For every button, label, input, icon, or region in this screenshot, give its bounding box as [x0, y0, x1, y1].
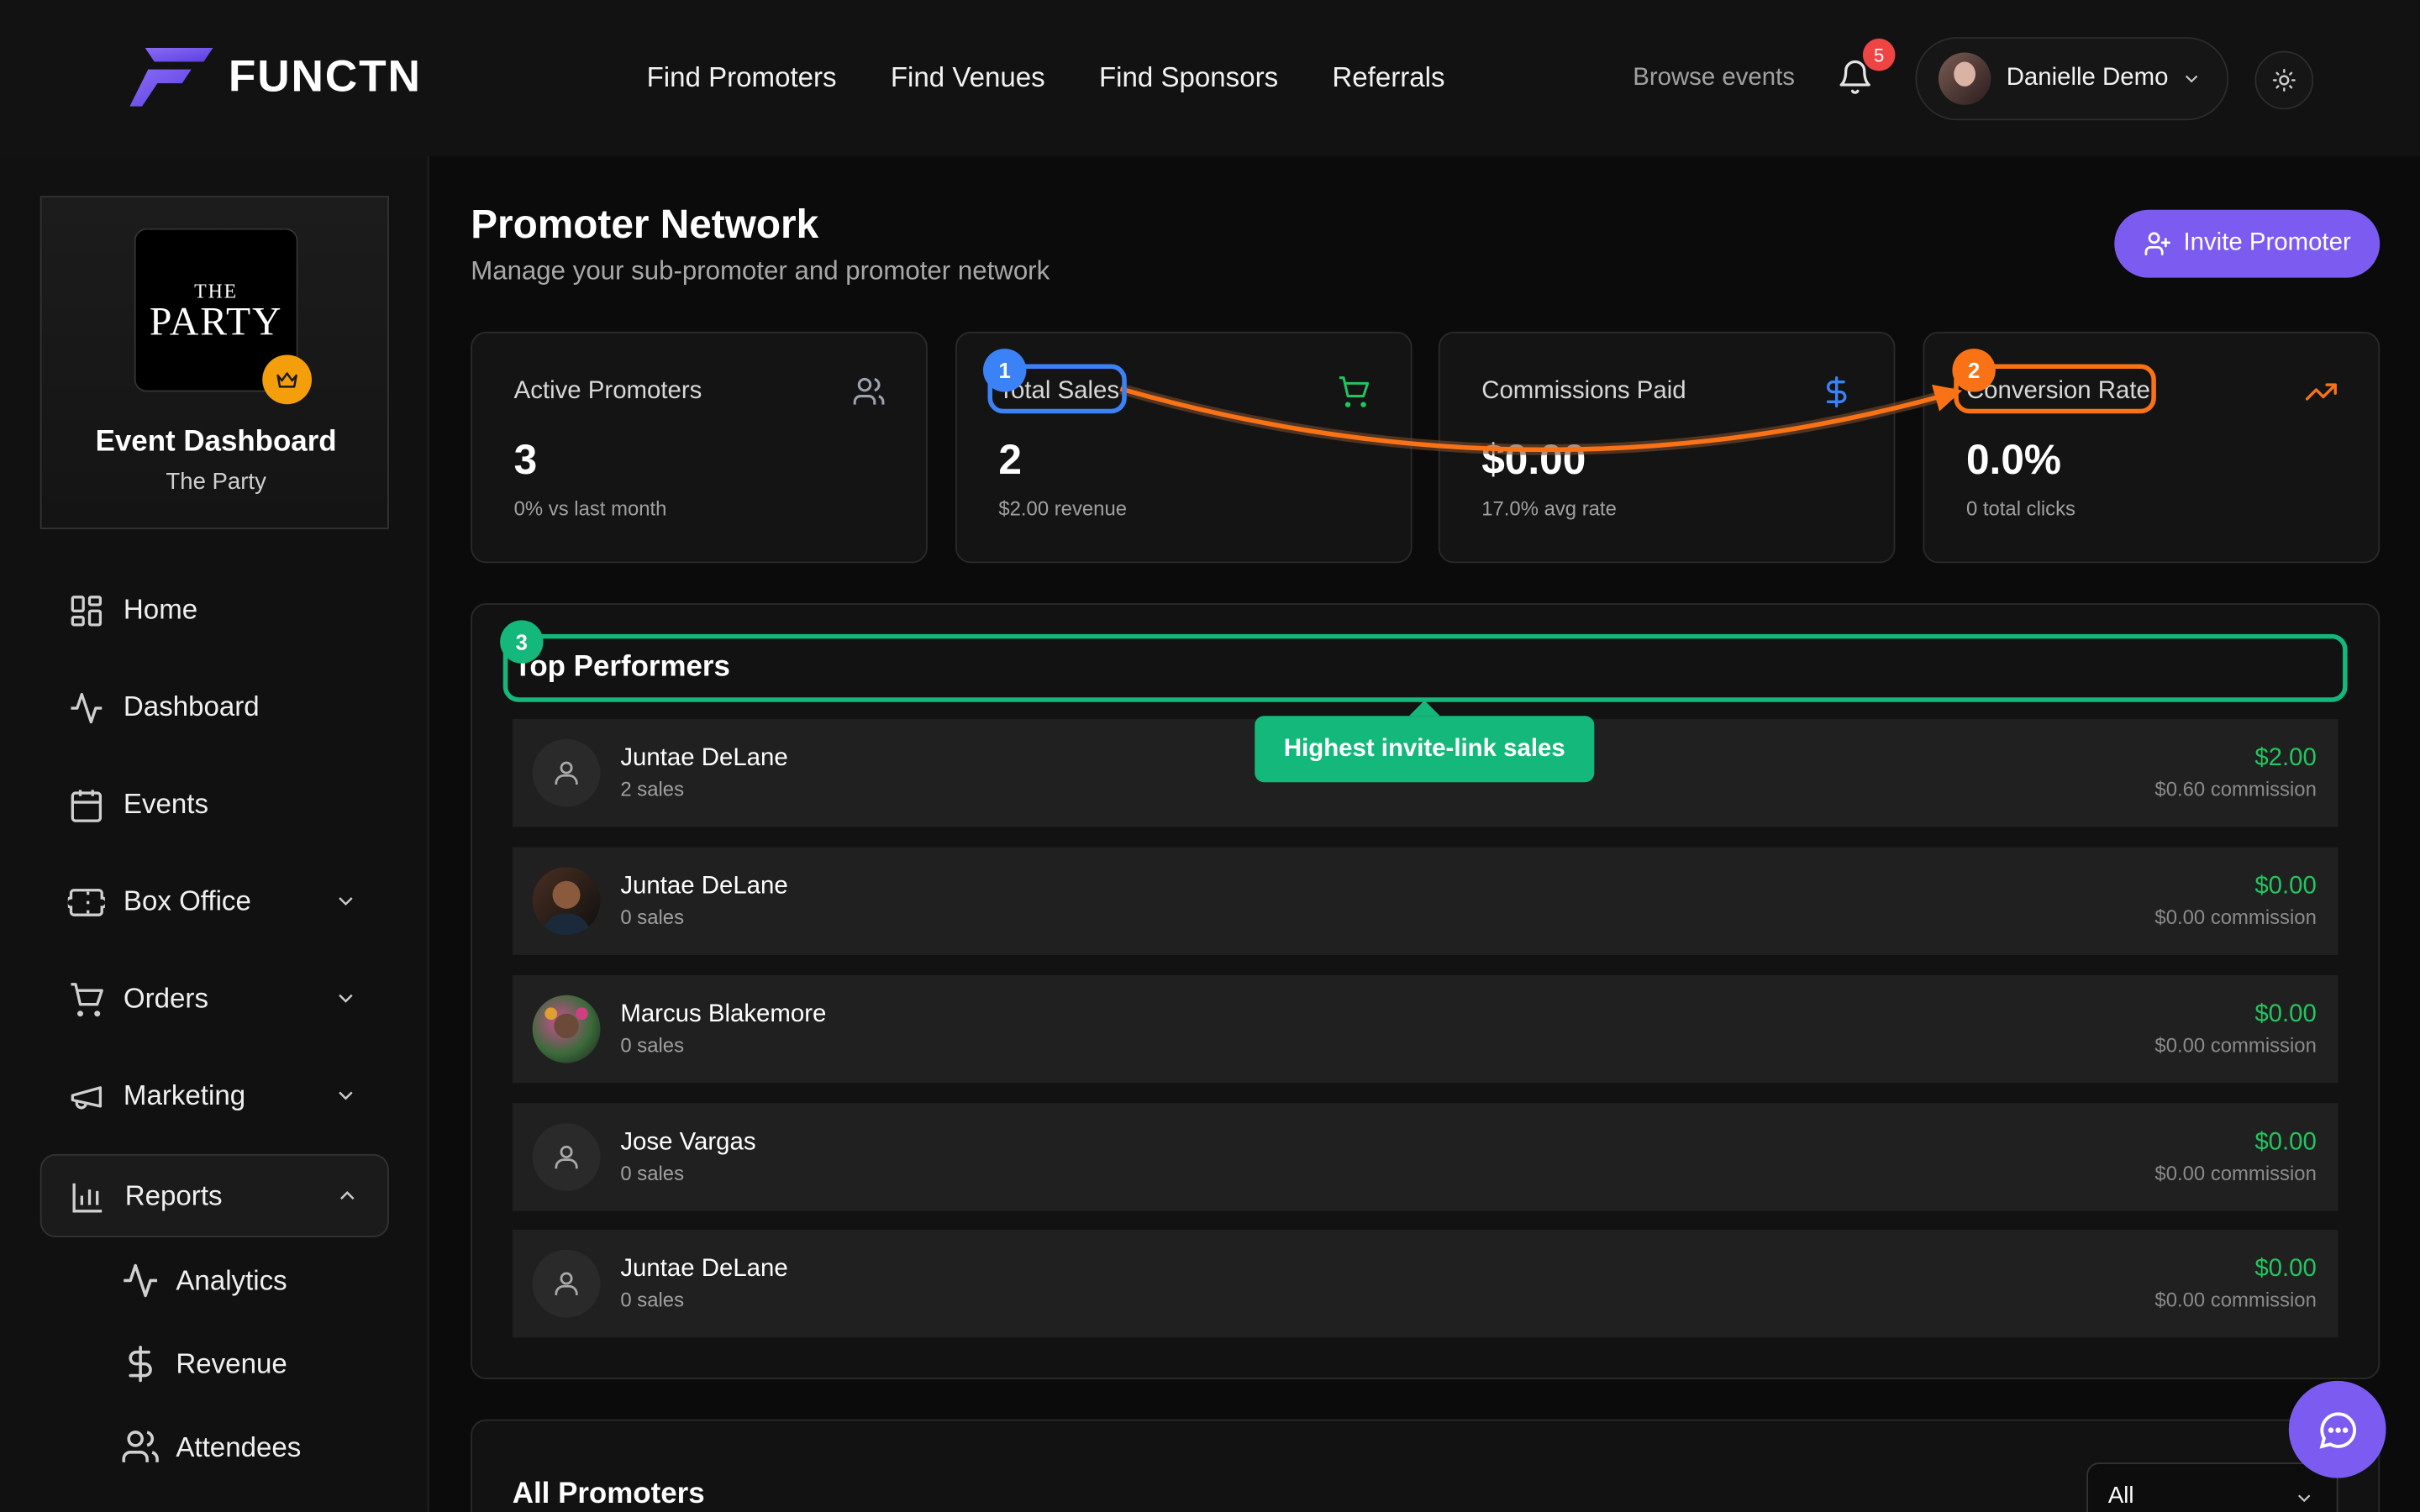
annotation-arrow — [1118, 383, 1963, 455]
step-badge-2: 2 — [1952, 349, 1996, 392]
tooltip-arrow — [1408, 700, 1440, 717]
annotation-tooltip: Highest invite-link sales — [1255, 716, 1595, 783]
app-root: FUNCTN Find Promoters Find Venues Find S… — [0, 0, 2420, 1512]
step-badge-1: 1 — [982, 349, 1027, 392]
step-badge-3: 3 — [500, 620, 544, 664]
highlight-top-performers — [502, 633, 2348, 702]
